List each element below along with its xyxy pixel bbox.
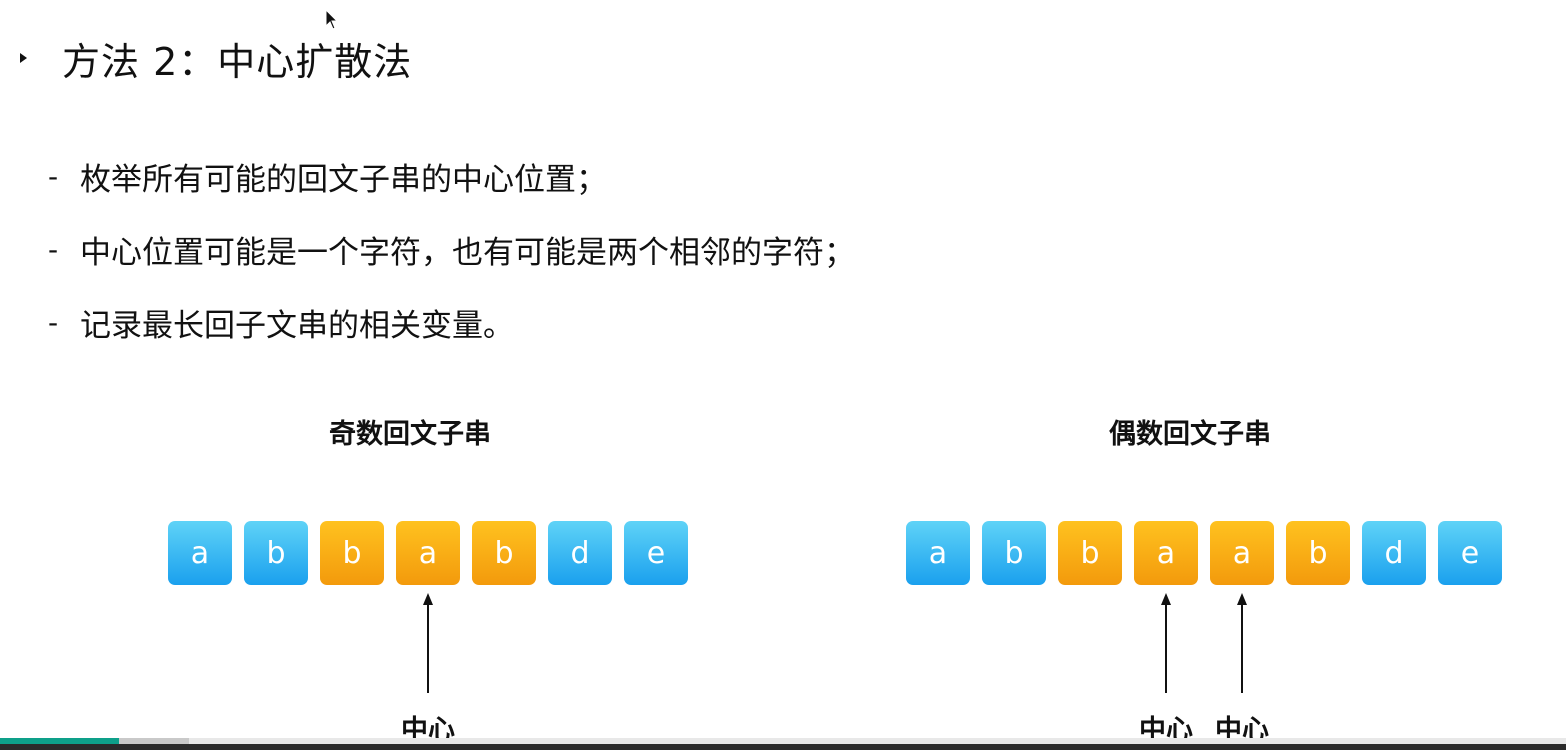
center-arrow <box>1235 593 1249 693</box>
slide-title: 方法 2：中心扩散法 <box>62 39 413 84</box>
odd-cell-row: abbabde <box>168 521 688 585</box>
char-cell-2: b <box>244 521 308 585</box>
bullet-marker: - <box>48 159 59 193</box>
bullet-item: - 枚举所有可能的回文子串的中心位置； <box>48 150 855 202</box>
char-cell-2: b <box>982 521 1046 585</box>
char-cell-5: a <box>1210 521 1274 585</box>
char-cell-7: e <box>624 521 688 585</box>
char-cell-3: b <box>1058 521 1122 585</box>
char-cell-6: d <box>548 521 612 585</box>
char-cell-1: a <box>906 521 970 585</box>
even-diagram-title: 偶数回文子串 <box>1109 419 1271 450</box>
bullet-text: 枚举所有可能的回文子串的中心位置； <box>80 161 607 198</box>
center-arrow <box>1159 593 1173 693</box>
bullet-marker: - <box>48 232 59 266</box>
char-cell-6: b <box>1286 521 1350 585</box>
bullet-item: - 中心位置可能是一个字符，也有可能是两个相邻的字符； <box>48 223 855 275</box>
triangle-bullet-icon <box>20 53 27 63</box>
char-cell-8: e <box>1438 521 1502 585</box>
char-cell-4: a <box>396 521 460 585</box>
char-cell-5: b <box>472 521 536 585</box>
even-cell-row: abbaabde <box>906 521 1502 585</box>
odd-diagram-title: 奇数回文子串 <box>329 419 491 450</box>
bullet-text: 记录最长回子文串的相关变量。 <box>80 307 514 344</box>
bullet-item: - 记录最长回子文串的相关变量。 <box>48 296 855 348</box>
center-arrow <box>421 593 435 693</box>
bullet-marker: - <box>48 305 59 339</box>
bullet-text: 中心位置可能是一个字符，也有可能是两个相邻的字符； <box>80 234 855 271</box>
char-cell-3: b <box>320 521 384 585</box>
slide-title-row: 方法 2：中心扩散法 <box>20 30 412 86</box>
video-control-bar <box>0 744 1566 750</box>
char-cell-7: d <box>1362 521 1426 585</box>
bullet-list: - 枚举所有可能的回文子串的中心位置； - 中心位置可能是一个字符，也有可能是两… <box>48 150 855 369</box>
mouse-cursor-icon <box>325 9 339 30</box>
char-cell-4: a <box>1134 521 1198 585</box>
char-cell-1: a <box>168 521 232 585</box>
